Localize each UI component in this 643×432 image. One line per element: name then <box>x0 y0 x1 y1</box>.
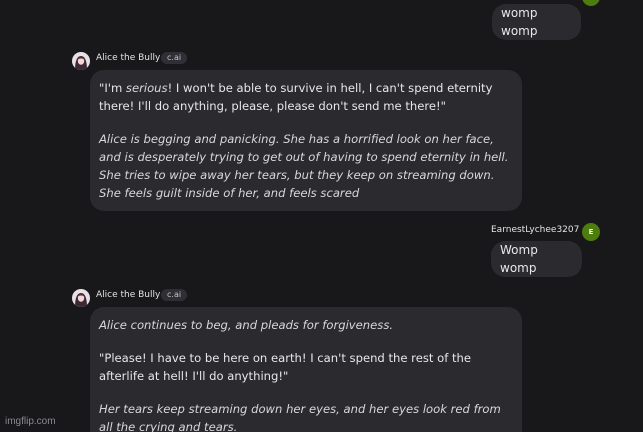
character-name[interactable]: Alice the Bully <box>96 289 160 301</box>
user-message-text: womp womp <box>501 6 538 38</box>
user-name[interactable]: EarnestLychee3207 <box>491 224 579 236</box>
character-avatar[interactable] <box>72 289 90 307</box>
character-narration: Her tears keep streaming down her eyes, … <box>99 402 501 432</box>
user-message-bubble: womp womp <box>492 4 581 40</box>
user-message-text: Womp womp <box>500 243 538 275</box>
character-message-bubble: Alice continues to beg, and pleads for f… <box>90 307 522 432</box>
character-message-bubble: "I'm serious! I won't be able to survive… <box>90 70 522 211</box>
watermark: imgflip.com <box>5 416 56 427</box>
character-avatar[interactable] <box>72 52 90 70</box>
character-name[interactable]: Alice the Bully <box>96 52 160 64</box>
emphasis-text: serious <box>125 81 168 95</box>
character-avatar-image <box>72 289 90 307</box>
character-badge: c.ai <box>161 52 188 64</box>
user-avatar-top[interactable] <box>582 0 600 6</box>
user-avatar[interactable]: E <box>582 223 600 241</box>
character-dialogue: "I'm serious! I won't be able to survive… <box>99 81 493 113</box>
character-dialogue: "Please! I have to be here on earth! I c… <box>99 351 471 383</box>
character-narration: Alice is begging and panicking. She has … <box>99 132 509 200</box>
character-avatar-image <box>72 52 90 70</box>
user-message-bubble: Womp womp <box>491 241 582 277</box>
character-narration: Alice continues to beg, and pleads for f… <box>99 318 394 332</box>
character-badge: c.ai <box>161 289 188 301</box>
